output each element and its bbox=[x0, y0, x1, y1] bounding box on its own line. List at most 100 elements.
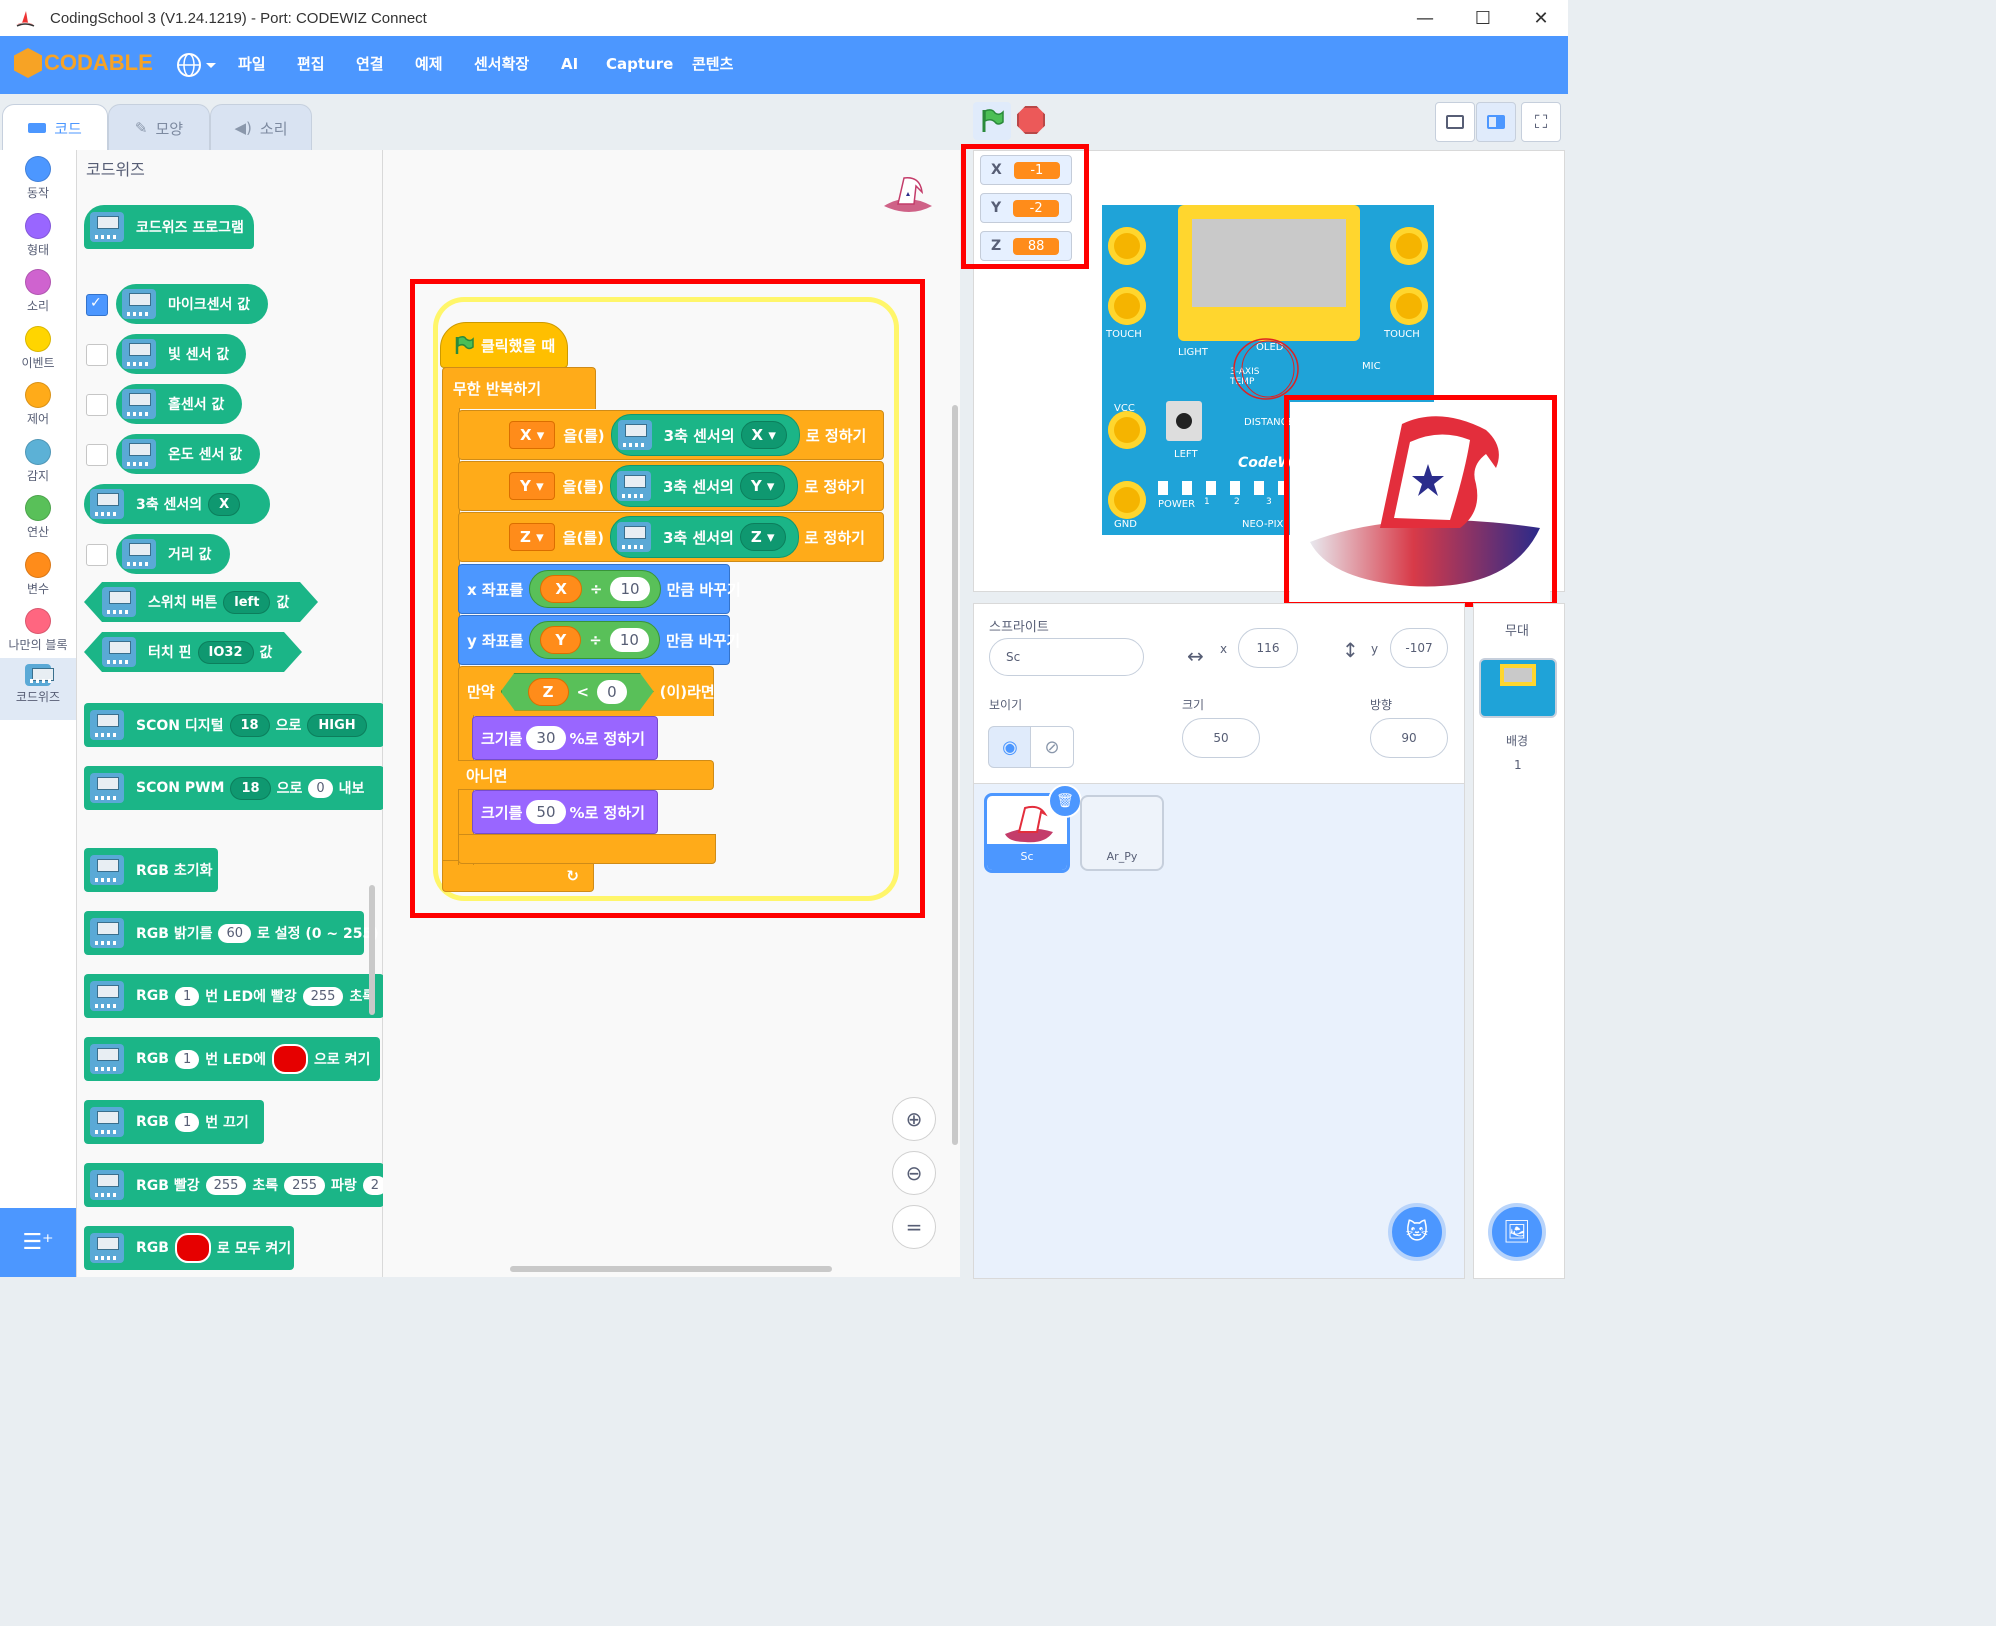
red-value-input[interactable]: 255 bbox=[302, 986, 344, 1006]
tab-code[interactable]: 코드 bbox=[2, 104, 108, 151]
block-temp-sensor[interactable]: 온도 센서 값 bbox=[116, 434, 260, 474]
script-vertical-scrollbar[interactable] bbox=[952, 405, 958, 1145]
tab-costumes[interactable]: ✎ 모양 bbox=[108, 104, 210, 151]
pin-dropdown[interactable]: 18 bbox=[229, 713, 270, 737]
hall-checkbox[interactable] bbox=[86, 394, 108, 416]
y-label: y bbox=[1371, 642, 1379, 656]
minimize-button[interactable]: — bbox=[1395, 0, 1455, 36]
menu-bar: CODABLE 파일 편집 연결 예제 센서확장 AI Capture 콘텐츠 bbox=[0, 36, 1568, 94]
block-rgb-init[interactable]: RGB 초기화 bbox=[84, 848, 218, 892]
category-my-blocks[interactable]: 나만의 블록 bbox=[0, 608, 76, 653]
block-rgb-all-values[interactable]: RGB 빨강 255 초록 255 파랑 2 bbox=[84, 1163, 388, 1207]
category-events[interactable]: 이벤트 bbox=[0, 326, 76, 371]
menu-capture[interactable]: Capture bbox=[606, 36, 673, 94]
sprite-thumb-ar-py[interactable]: Ar_Py bbox=[1080, 795, 1164, 871]
green-flag-button[interactable] bbox=[973, 102, 1011, 140]
stop-button[interactable] bbox=[1017, 106, 1045, 134]
touch-pad-left-1 bbox=[1108, 227, 1146, 265]
hide-sprite-button[interactable]: ⊘ bbox=[1030, 726, 1074, 768]
category-codewiz[interactable]: 코드위즈 bbox=[0, 658, 76, 720]
y-position-input[interactable]: -107 bbox=[1390, 628, 1448, 668]
large-stage-button[interactable] bbox=[1476, 102, 1516, 142]
pin-dropdown[interactable]: 18 bbox=[230, 776, 271, 800]
small-stage-button[interactable] bbox=[1435, 102, 1475, 142]
category-sensing[interactable]: 감지 bbox=[0, 439, 76, 484]
distance-checkbox[interactable] bbox=[86, 544, 108, 566]
choose-backdrop-button[interactable]: 🖼 bbox=[1488, 1203, 1546, 1261]
block-distance[interactable]: 거리 값 bbox=[116, 534, 230, 574]
show-sprite-button[interactable]: ◉ bbox=[988, 726, 1032, 768]
block-mic-sensor[interactable]: 마이크센서 값 bbox=[116, 284, 268, 324]
category-dot bbox=[25, 608, 51, 634]
menu-ai[interactable]: AI bbox=[561, 36, 578, 94]
category-control[interactable]: 제어 bbox=[0, 382, 76, 427]
choose-sprite-button[interactable]: 🐱 bbox=[1388, 1203, 1446, 1261]
temp-checkbox[interactable] bbox=[86, 444, 108, 466]
category-looks[interactable]: 형태 bbox=[0, 213, 76, 258]
led-number-input[interactable]: 1 bbox=[174, 1049, 200, 1069]
add-extension-button[interactable]: ☰⁺ bbox=[0, 1208, 76, 1277]
palette-scrollbar[interactable] bbox=[369, 885, 375, 1015]
brightness-input[interactable]: 60 bbox=[218, 923, 252, 943]
x-position-input[interactable]: 116 bbox=[1238, 628, 1298, 668]
menu-contents[interactable]: 콘텐츠 bbox=[692, 36, 733, 94]
menu-sensor-extension[interactable]: 센서확장 bbox=[474, 36, 529, 94]
switch-dropdown[interactable]: left bbox=[223, 591, 270, 614]
menu-connect[interactable]: 연결 bbox=[356, 36, 384, 94]
block-label: 으로 bbox=[275, 718, 302, 734]
block-label: 거리 값 bbox=[168, 547, 212, 563]
direction-input[interactable]: 90 bbox=[1370, 718, 1448, 758]
touch-dropdown[interactable]: IO32 bbox=[198, 641, 254, 664]
monitor-highlight-box bbox=[961, 144, 1089, 269]
board-label: VCC bbox=[1114, 403, 1135, 414]
red-input[interactable]: 255 bbox=[205, 1175, 247, 1195]
delete-sprite-button[interactable]: 🗑 bbox=[1048, 784, 1082, 818]
axis-dropdown[interactable]: X bbox=[208, 492, 241, 516]
codewiz-board-icon bbox=[90, 1170, 124, 1200]
block-scon-pwm[interactable]: SCON PWM 18 으로 0 내보 bbox=[84, 766, 384, 810]
category-variables[interactable]: 변수 bbox=[0, 552, 76, 597]
block-codewiz-program[interactable]: 코드위즈 프로그램 bbox=[84, 205, 254, 249]
menu-file[interactable]: 파일 bbox=[238, 36, 266, 94]
codable-logo[interactable]: CODABLE bbox=[14, 48, 153, 78]
block-scon-digital[interactable]: SCON 디지털 18 으로 HIGH bbox=[84, 703, 384, 747]
block-3axis-sensor[interactable]: 3축 센서의 X bbox=[84, 484, 270, 524]
stage-backdrop-thumb[interactable] bbox=[1479, 658, 1557, 718]
maximize-button[interactable]: ☐ bbox=[1453, 0, 1513, 36]
close-button[interactable]: ✕ bbox=[1511, 0, 1571, 36]
oled-screen bbox=[1192, 219, 1346, 307]
zoom-in-button[interactable]: ⊕ bbox=[892, 1097, 936, 1141]
size-input[interactable]: 50 bbox=[1182, 718, 1260, 758]
category-sound[interactable]: 소리 bbox=[0, 269, 76, 314]
category-motion[interactable]: 동작 bbox=[0, 156, 76, 201]
tab-sounds[interactable]: ◀) 소리 bbox=[210, 104, 312, 151]
zoom-reset-button[interactable]: = bbox=[892, 1205, 936, 1249]
block-hall-sensor[interactable]: 홀센서 값 bbox=[116, 384, 242, 424]
language-globe-icon[interactable] bbox=[176, 52, 218, 78]
mic-checkbox[interactable]: ✓ bbox=[86, 294, 108, 316]
menu-edit[interactable]: 편집 bbox=[297, 36, 325, 94]
fullscreen-button[interactable]: ⛶ bbox=[1521, 102, 1561, 142]
block-rgb-all-on[interactable]: RGB 로 모두 켜기 bbox=[84, 1226, 294, 1270]
color-swatch[interactable] bbox=[271, 1044, 308, 1074]
block-rgb-led-off[interactable]: RGB 1 번 끄기 bbox=[84, 1100, 264, 1144]
green-input[interactable]: 255 bbox=[284, 1175, 325, 1195]
logo-text: CODABLE bbox=[44, 50, 153, 75]
block-rgb-led-color[interactable]: RGB 1 번 LED에 빨강 255 초록 bbox=[84, 974, 384, 1018]
block-touch-pin[interactable]: 터치 핀 IO32 값 bbox=[84, 632, 302, 672]
menu-examples[interactable]: 예제 bbox=[415, 36, 443, 94]
script-horizontal-scrollbar[interactable] bbox=[510, 1266, 832, 1272]
pwm-value-input[interactable]: 0 bbox=[308, 778, 333, 798]
light-checkbox[interactable] bbox=[86, 344, 108, 366]
block-light-sensor[interactable]: 빛 센서 값 bbox=[116, 334, 246, 374]
zoom-out-button[interactable]: ⊖ bbox=[892, 1151, 936, 1195]
sprite-name-input[interactable]: Sc bbox=[989, 638, 1144, 676]
level-dropdown[interactable]: HIGH bbox=[307, 713, 367, 737]
led-number-input[interactable]: 1 bbox=[174, 1112, 200, 1132]
block-rgb-brightness[interactable]: RGB 밝기를 60 로 설정 (0 ~ 255) bbox=[84, 911, 379, 955]
block-rgb-led-on[interactable]: RGB 1 번 LED에 으로 켜기 bbox=[84, 1037, 380, 1081]
led-number-input[interactable]: 1 bbox=[174, 986, 200, 1006]
block-switch-button[interactable]: 스위치 버튼 left 값 bbox=[84, 582, 318, 622]
color-swatch[interactable] bbox=[174, 1233, 211, 1263]
category-operators[interactable]: 연산 bbox=[0, 495, 76, 540]
